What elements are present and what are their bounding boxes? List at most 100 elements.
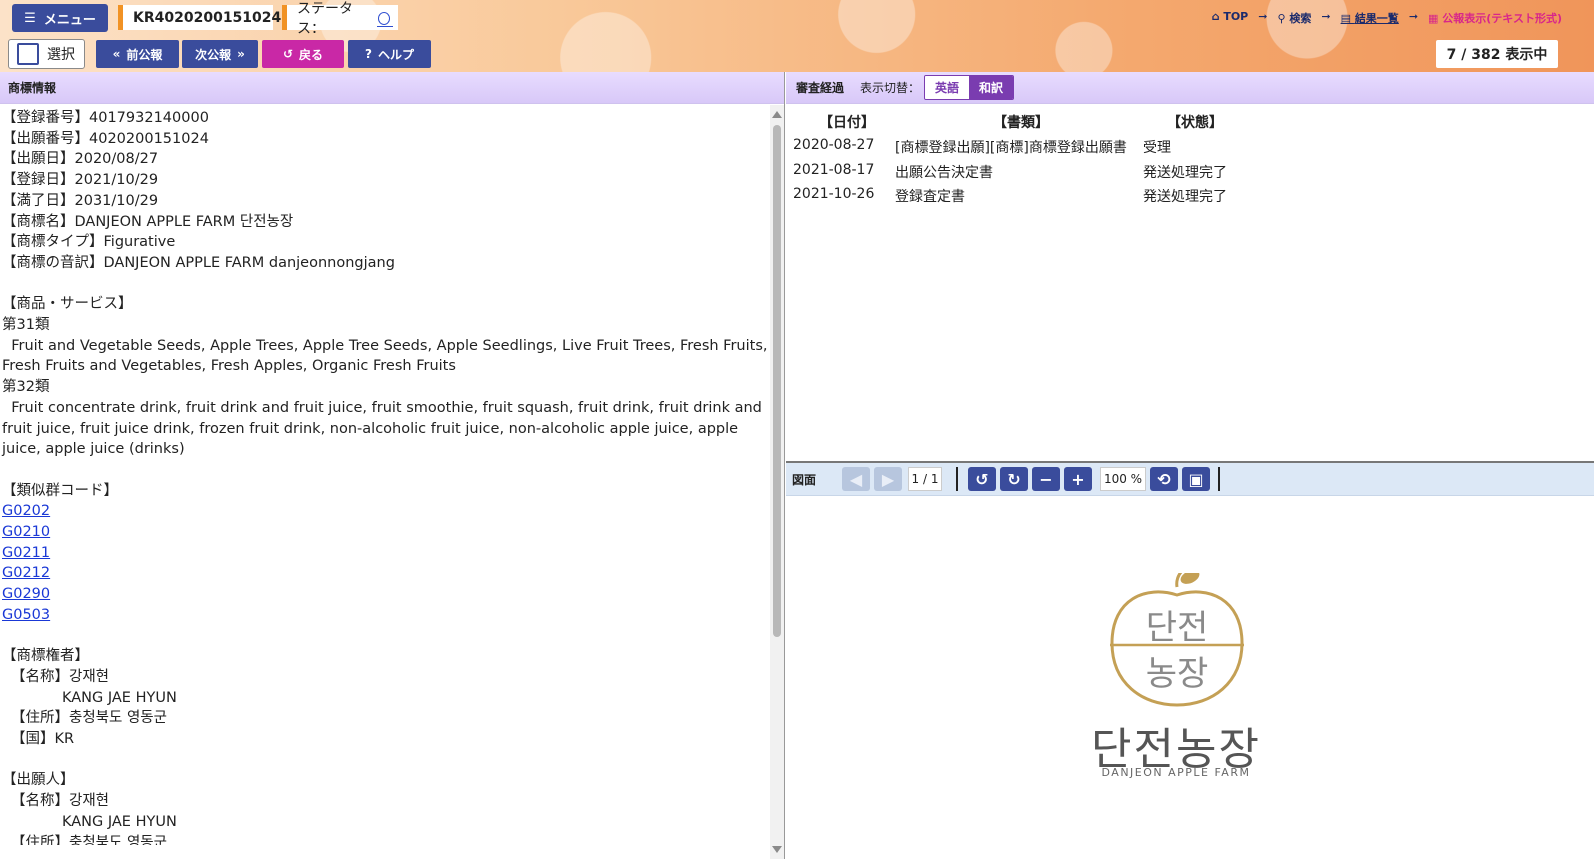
examination-history-pane: 審査経過 表示切替： 英語 和訳 【日付】 【書類】 【状態】 2020-08-… (786, 72, 1594, 460)
history-header-status: 【状態】 (1167, 115, 1223, 131)
reset-circle-icon: ⟲ (1157, 469, 1171, 489)
select-label: 選択 (47, 47, 75, 63)
history-row-date: 2021-10-26 (793, 186, 875, 202)
figure-pane: 図面 ◀ ▶ 1 / 1 ↺ ↻ − + 100 % ⟲ ▣ 단전 농장 단전농… (786, 461, 1594, 859)
similar-code-link[interactable]: G0290 (2, 584, 770, 605)
next-publication-button[interactable]: 次公報 » (182, 40, 258, 68)
apple-logo-icon: 단전 농장 (1110, 569, 1244, 707)
logo-inner-top-text: 단전 (1146, 608, 1209, 648)
owner-name-en: KANG JAE HYUN (62, 689, 177, 706)
next-publication-label: 次公報 (195, 47, 232, 62)
figure-title: 図面 (792, 472, 817, 487)
trademark-info-body: 【登録番号】4017932140000 【出願番号】4020200151024 … (0, 105, 770, 845)
similar-code-link[interactable]: G0202 (2, 501, 770, 522)
language-toggle: 英語 和訳 (924, 75, 1015, 100)
status-circle-icon[interactable] (376, 12, 394, 27)
toggle-english[interactable]: 英語 (925, 76, 970, 99)
field-application-number: 【出願番号】4020200151024 (2, 130, 209, 147)
nav-results-link[interactable]: ▤ 結果一覧 (1341, 10, 1399, 26)
help-button[interactable]: ? ヘルプ (348, 40, 431, 68)
history-row-document: [商標登録出願][商標]商標登録出願書 (895, 140, 1127, 156)
history-row-status: 発送処理完了 (1143, 165, 1227, 181)
nav-top-link[interactable]: ⌂ TOP (1212, 10, 1249, 26)
previous-publication-button[interactable]: « 前公報 (96, 40, 179, 68)
application-number: KR4020200151024 (133, 9, 282, 26)
triangle-left-icon: ◀ (849, 469, 863, 489)
rotate-right-icon: ↻ (1007, 469, 1021, 489)
examination-history-title: 審査経過 (796, 81, 845, 95)
field-trademark-type: 【商標タイプ】Figurative (2, 234, 176, 251)
arrow-right-icon: ➞ (1258, 10, 1268, 23)
class-31-text-content: Fruit and Vegetable Seeds, Apple Trees, … (2, 337, 768, 375)
double-chevron-right-icon: » (237, 47, 245, 61)
back-button[interactable]: ↺ 戻る (262, 40, 344, 68)
history-row-status: 発送処理完了 (1143, 189, 1227, 205)
owner-heading: 【商標権者】 (2, 648, 89, 665)
toggle-japanese[interactable]: 和訳 (969, 76, 1014, 99)
applicant-name-en: KANG JAE HYUN (62, 813, 177, 830)
application-number-tag: KR4020200151024 (118, 5, 281, 30)
select-checkbox-button[interactable]: 選択 (8, 39, 85, 69)
hamburger-icon: ☰ (24, 10, 36, 26)
logo-inner-bottom-text: 농장 (1146, 654, 1209, 694)
nav-search-label: 検索 (1289, 12, 1312, 25)
similar-code-link[interactable]: G0503 (2, 605, 770, 626)
nav-results-label: 結果一覧 (1354, 12, 1399, 25)
goods-services-heading: 【商品・サービス】 (2, 296, 133, 313)
rotate-left-button[interactable]: ↺ (968, 467, 996, 491)
class-32-text-content: Fruit concentrate drink, fruit drink and… (2, 399, 762, 458)
trademark-info-title: 商標情報 (0, 72, 784, 104)
zoom-level[interactable]: 100 % (1100, 467, 1146, 491)
menu-button-label: メニュー (43, 12, 96, 28)
similar-code-link[interactable]: G0211 (2, 543, 770, 564)
previous-publication-label: 前公報 (126, 47, 163, 62)
reset-view-button[interactable]: ⟲ (1150, 467, 1178, 491)
similar-group-heading: 【類似群コード】 (2, 482, 118, 499)
zoom-out-button[interactable]: − (1032, 467, 1060, 491)
class-31-text: Fruit and Vegetable Seeds, Apple Trees, … (2, 336, 770, 377)
owner-name: 【名称】강재현 (11, 668, 110, 685)
nav-search-link[interactable]: ⚲ 検索 (1277, 10, 1311, 26)
menu-button[interactable]: ☰ メニュー (12, 4, 108, 32)
applicant-heading: 【出願人】 (2, 772, 75, 789)
image-view-button[interactable]: ▣ (1182, 467, 1210, 491)
page-indicator[interactable]: 1 / 1 (908, 467, 942, 491)
header-bar: ☰ メニュー KR4020200151024 ステータス： ⌂ TOP ➞ ⚲ … (0, 0, 1594, 72)
applicant-address: 【住所】충청북도 영동군 (11, 834, 167, 845)
similar-code-link[interactable]: G0212 (2, 563, 770, 584)
scroll-down-icon[interactable] (772, 846, 782, 853)
history-row-status: 受理 (1143, 140, 1171, 156)
undo-arrow-icon: ↺ (282, 47, 294, 61)
field-trademark-name: 【商標名】DANJEON APPLE FARM 단전농장 (2, 213, 294, 230)
checkbox-icon (17, 43, 39, 65)
plus-icon: + (1071, 469, 1085, 489)
history-row-document: 出願公告決定書 (895, 165, 993, 181)
nav-top-label: TOP (1223, 10, 1249, 23)
examination-history-header: 審査経過 表示切替： 英語 和訳 (786, 72, 1594, 104)
minus-icon: − (1039, 469, 1053, 489)
previous-page-button[interactable]: ◀ (842, 467, 870, 491)
zoom-in-button[interactable]: + (1064, 467, 1092, 491)
rotate-right-button[interactable]: ↻ (1000, 467, 1028, 491)
image-icon: ▣ (1188, 469, 1204, 489)
similar-code-link[interactable]: G0210 (2, 522, 770, 543)
class-31-heading: 第31類 (2, 317, 50, 334)
left-scrollbar[interactable] (770, 105, 784, 859)
field-registration-number: 【登録番号】4017932140000 (2, 110, 209, 126)
field-expiry-date: 【満了日】2031/10/29 (2, 192, 159, 209)
status-tag: ステータス： (282, 1, 398, 37)
next-page-button[interactable]: ▶ (874, 467, 902, 491)
double-chevron-left-icon: « (112, 47, 121, 61)
owner-country: 【国】KR (11, 731, 75, 748)
applicant-name: 【名称】강재현 (11, 793, 110, 810)
trademark-info-pane: 商標情報 【登録番号】4017932140000 【出願番号】402020015… (0, 72, 785, 859)
display-toggle-label: 表示切替： (860, 81, 921, 95)
back-label: 戻る (299, 47, 324, 62)
result-count: 7 / 382 表示中 (1436, 40, 1558, 68)
scrollbar-thumb[interactable] (773, 125, 781, 637)
scroll-up-icon[interactable] (772, 111, 782, 118)
owner-address: 【住所】충청북도 영동군 (11, 710, 167, 727)
class-32-text: Fruit concentrate drink, fruit drink and… (2, 398, 770, 460)
history-row-date: 2020-08-27 (793, 137, 875, 153)
history-row-date: 2021-08-17 (793, 162, 875, 178)
